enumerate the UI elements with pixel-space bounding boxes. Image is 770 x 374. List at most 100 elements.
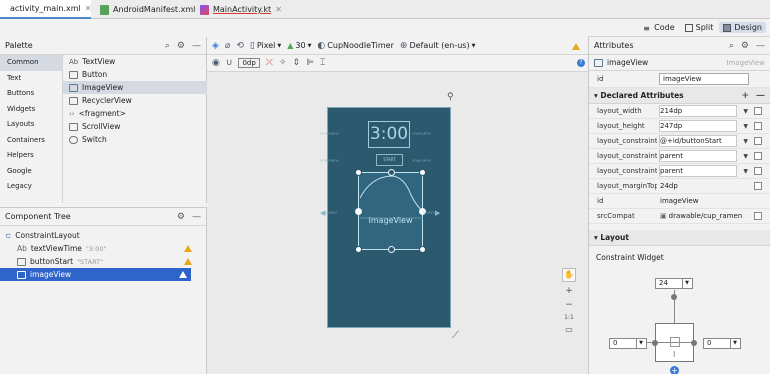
tree-node-buttonstart[interactable]: buttonStart "START" <box>0 255 206 268</box>
resize-pin-icon[interactable]: ⚲ <box>447 92 454 102</box>
design-canvas[interactable]: ⚲ 〰〰〰 〰〰〰 3:00 〰〰〰 〰〰〰 START ImageView ◀… <box>207 72 588 374</box>
attribute-row[interactable]: layout_constraint... parent ▼ <box>589 149 770 164</box>
attribute-picker[interactable] <box>754 137 762 145</box>
device-preview[interactable]: 〰〰〰 〰〰〰 3:00 〰〰〰 〰〰〰 START ImageView ◀〰〰… <box>320 107 451 328</box>
design-mode-button[interactable]: Design <box>719 22 766 33</box>
category-google[interactable]: Google <box>0 164 62 180</box>
category-common[interactable]: Common <box>0 55 62 71</box>
widget-fragment[interactable]: ‹› <fragment> <box>63 107 207 120</box>
margin-left-field[interactable]: 0 ▼ <box>609 338 647 349</box>
category-buttons[interactable]: Buttons <box>0 86 62 102</box>
tab-activity-main[interactable]: activity_main.xml ✕ <box>0 0 91 19</box>
guidelines-icon[interactable]: ⌶ <box>320 58 325 68</box>
clock-text[interactable]: 3:00 <box>368 121 410 148</box>
tree-node-imageview[interactable]: imageView <box>0 268 191 281</box>
widget-button[interactable]: Button <box>63 68 207 81</box>
infer-constraints-icon[interactable]: ✧ <box>279 58 287 68</box>
warning-icon[interactable] <box>179 271 187 278</box>
resize-handle[interactable] <box>355 246 362 253</box>
category-layouts[interactable]: Layouts <box>0 117 62 133</box>
id-field[interactable]: imageView <box>659 73 749 85</box>
constraint-anchor-top[interactable] <box>388 169 395 176</box>
chevron-down-icon[interactable]: ▼ <box>682 279 691 288</box>
gear-icon[interactable]: ⚙ <box>741 41 749 51</box>
search-icon[interactable]: ⌕ <box>165 41 170 51</box>
resize-handle[interactable] <box>355 169 362 176</box>
chevron-down-icon[interactable]: ▼ <box>743 138 748 145</box>
chevron-down-icon[interactable]: ▼ <box>636 339 645 348</box>
category-text[interactable]: Text <box>0 71 62 87</box>
constraint-handle-right[interactable] <box>691 340 697 346</box>
chevron-down-icon[interactable]: ▼ <box>730 339 739 348</box>
category-containers[interactable]: Containers <box>0 133 62 149</box>
pan-hand-icon[interactable]: ✋ <box>562 268 576 282</box>
zoom-fit-icon[interactable]: ▭ <box>565 325 573 334</box>
margin-top-field[interactable]: 24 ▼ <box>655 278 693 289</box>
tree-node-constraintlayout[interactable]: ⊂ ConstraintLayout <box>0 229 206 242</box>
warning-icon[interactable] <box>184 258 192 265</box>
magnet-icon[interactable]: ∪ <box>226 58 233 68</box>
attribute-value[interactable]: imageView <box>657 197 770 205</box>
widget-recyclerview[interactable]: RecyclerView <box>63 94 207 107</box>
category-widgets[interactable]: Widgets <box>0 102 62 118</box>
orientation-icon[interactable]: ⟲ <box>236 41 244 51</box>
constraint-anchor-bottom[interactable] <box>388 246 395 253</box>
split-mode-button[interactable]: Split <box>681 22 718 33</box>
attribute-picker[interactable] <box>754 212 762 220</box>
locale-selector[interactable]: ⊕ Default (en-us) ▼ <box>400 41 476 51</box>
attribute-row[interactable]: layout_width 214dp ▼ <box>589 104 770 119</box>
code-mode-button[interactable]: ≡ Code <box>639 22 678 33</box>
zoom-out-icon[interactable]: − <box>565 300 573 310</box>
warning-icon[interactable] <box>572 43 580 50</box>
attribute-row[interactable]: layout_height 247dp ▼ <box>589 119 770 134</box>
add-constraint-icon[interactable]: + <box>670 366 679 374</box>
attribute-row[interactable]: srcCompat ▣ drawable/cup_ramen <box>589 209 770 224</box>
attribute-row[interactable]: layout_constraint... parent ▼ <box>589 164 770 179</box>
minimize-icon[interactable]: — <box>192 212 201 222</box>
tree-node-textviewtime[interactable]: Ab textViewTime "3:00" <box>0 242 206 255</box>
resize-handle[interactable] <box>419 169 426 176</box>
minimize-icon[interactable]: — <box>192 41 201 51</box>
device-selector[interactable]: ▯ Pixel ▼ <box>250 41 281 51</box>
pack-icon[interactable]: ⇕ <box>293 58 301 68</box>
search-icon[interactable]: ⌕ <box>729 41 734 51</box>
constraint-widget[interactable]: I <box>636 323 695 362</box>
widget-switch[interactable]: Switch <box>63 133 207 146</box>
declared-attributes-section[interactable]: ▾ Declared Attributes + — <box>589 88 770 104</box>
clear-constraints-icon[interactable]: ⤫ <box>266 58 273 68</box>
layout-section[interactable]: ▾ Layout <box>589 230 770 246</box>
blueprint-toggle-icon[interactable]: ⌀ <box>225 41 230 51</box>
attribute-row[interactable]: layout_constraint... @+id/buttonStart ▼ <box>589 134 770 149</box>
gear-icon[interactable]: ⚙ <box>177 41 185 51</box>
zoom-in-icon[interactable]: + <box>565 286 573 296</box>
add-icon[interactable]: + <box>741 91 749 101</box>
remove-icon[interactable]: — <box>756 91 765 101</box>
margin-right-field[interactable]: 0 ▼ <box>703 338 741 349</box>
gear-icon[interactable]: ⚙ <box>177 212 185 222</box>
theme-selector[interactable]: ◐ CupNoodleTimer <box>317 41 393 51</box>
view-options-icon[interactable]: ◉ <box>212 58 220 68</box>
constraint-handle-left[interactable] <box>652 340 658 346</box>
default-margin-field[interactable]: 0dp <box>238 58 260 68</box>
align-icon[interactable]: ⊫ <box>306 58 314 68</box>
zoom-ratio-button[interactable]: 1:1 <box>564 314 574 321</box>
image-view[interactable]: ImageView <box>355 169 426 253</box>
close-icon[interactable]: ✕ <box>275 5 282 14</box>
close-icon[interactable]: ✕ <box>85 4 92 13</box>
api-selector[interactable]: ▲ 30 ▼ <box>287 41 311 50</box>
chevron-down-icon[interactable]: ▼ <box>743 168 748 175</box>
attribute-picker[interactable] <box>754 167 762 175</box>
chevron-down-icon[interactable]: ▼ <box>743 123 748 130</box>
minimize-icon[interactable]: — <box>756 41 765 51</box>
category-legacy[interactable]: Legacy <box>0 179 62 195</box>
constraint-anchor-left[interactable] <box>355 208 362 215</box>
chevron-down-icon[interactable]: ▼ <box>743 108 748 115</box>
help-icon[interactable]: ? <box>577 59 585 67</box>
widget-imageview[interactable]: ImageView <box>63 81 207 94</box>
attribute-row[interactable]: id imageView <box>589 194 770 209</box>
attribute-picker[interactable] <box>754 122 762 130</box>
chevron-down-icon[interactable]: ▼ <box>743 153 748 160</box>
widget-textview[interactable]: Ab TextView <box>63 55 207 68</box>
category-helpers[interactable]: Helpers <box>0 148 62 164</box>
attribute-picker[interactable] <box>754 107 762 115</box>
